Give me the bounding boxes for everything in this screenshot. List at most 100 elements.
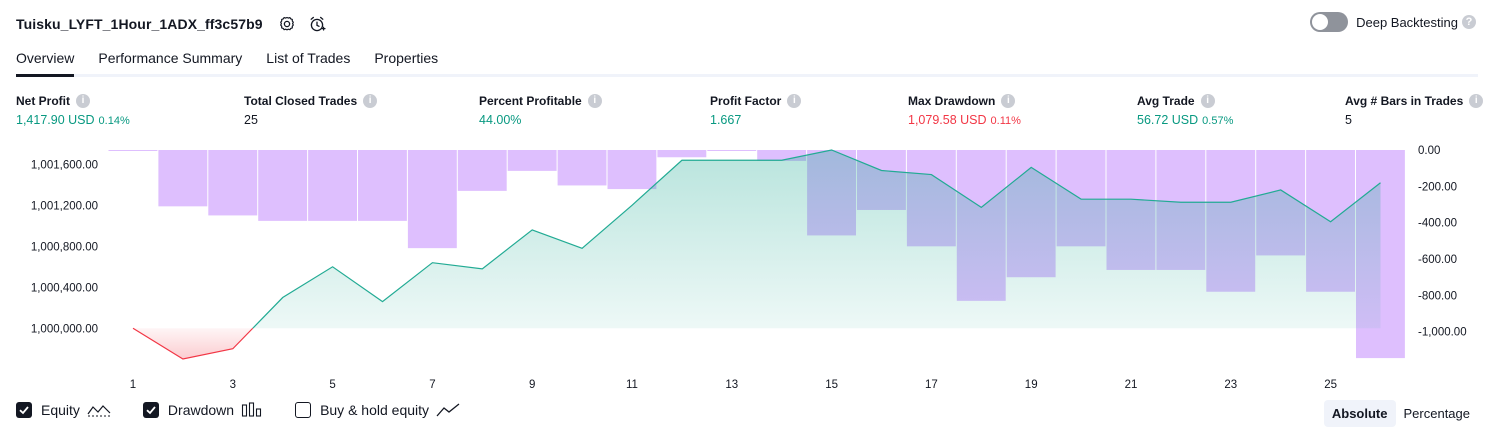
deep-backtesting-control: Deep Backtesting ? [1310, 12, 1476, 32]
info-icon[interactable]: i [1001, 94, 1016, 108]
percentage-button[interactable]: Percentage [1396, 400, 1479, 427]
drawdown-bar [158, 150, 208, 207]
metric-net-profit: Net Profit i 1,417.90 USD 0.14% [16, 93, 130, 127]
info-icon[interactable]: i [1469, 94, 1484, 108]
x-tick-label: 9 [529, 379, 535, 391]
deep-backtesting-toggle[interactable] [1310, 12, 1349, 32]
metric-total-closed-trades: Total Closed Trades i 25 [244, 93, 378, 127]
info-icon[interactable]: i [587, 94, 602, 108]
x-tick-label: 3 [230, 379, 236, 391]
drawdown-bar [308, 150, 357, 221]
metric-value: 56.72 USD [1137, 113, 1199, 127]
right-y-tick-label: -600.00 [1418, 254, 1457, 266]
drawdown-bar [707, 150, 757, 151]
drawdown-bar [358, 150, 407, 221]
metric-value: 1.667 [710, 113, 742, 127]
info-icon[interactable]: i [363, 94, 378, 108]
metric-value: 25 [244, 113, 258, 127]
metric-label: Total Closed Trades [244, 94, 358, 108]
drawdown-bars-icon [241, 402, 263, 418]
info-icon[interactable]: i [1200, 94, 1215, 108]
drawdown-bar [607, 150, 657, 190]
equity-line-icon [87, 402, 111, 418]
left-y-tick-label: 1,000,400.00 [31, 282, 98, 294]
right-y-tick-label: -400.00 [1418, 218, 1457, 230]
x-axis: 1 3 5 7 9 11 13 15 17 19 21 23 25 [130, 379, 1337, 391]
drawdown-bar [407, 150, 457, 249]
chart-legend: Equity Drawdown Buy & hold equity [16, 402, 492, 418]
x-tick-label: 7 [429, 379, 435, 391]
drawdown-checkbox[interactable] [142, 402, 159, 418]
metric-max-drawdown: Max Drawdown i 1,079.58 USD 0.11% [908, 93, 1021, 127]
legend-equity[interactable]: Equity [16, 402, 111, 418]
metric-label: Avg Trade [1137, 94, 1195, 108]
add-alert-clock-icon[interactable] [305, 12, 329, 36]
absolute-button[interactable]: Absolute [1323, 400, 1396, 427]
buy-hold-line-icon [436, 402, 460, 418]
right-y-tick-label: -800.00 [1418, 290, 1457, 302]
metric-percent: 0.11% [990, 115, 1021, 127]
drawdown-bar [507, 150, 557, 171]
legend-label: Equity [41, 402, 80, 418]
metric-percent-profitable: Percent Profitable i 44.00% [479, 93, 602, 127]
metric-label: Profit Factor [710, 94, 782, 108]
x-tick-label: 23 [1224, 379, 1237, 391]
x-tick-label: 1 [130, 379, 136, 391]
metric-profit-factor: Profit Factor i 1.667 [710, 93, 802, 127]
right-y-axis: 0.00 -200.00 -400.00 -600.00 -800.00 -1,000.0… [1418, 145, 1467, 339]
left-y-tick-label: 1,000,800.00 [31, 241, 98, 253]
settings-gear-icon[interactable] [275, 12, 299, 36]
left-y-tick-label: 1,001,600.00 [31, 159, 98, 171]
tab-overview[interactable]: Overview [16, 44, 75, 77]
drawdown-bar [457, 150, 507, 191]
metric-label: Net Profit [16, 94, 70, 108]
right-y-tick-label: 0.00 [1418, 145, 1440, 157]
metric-label: Percent Profitable [479, 94, 582, 108]
deep-backtesting-label: Deep Backtesting [1356, 14, 1458, 30]
left-y-axis: 1,000,000.00 1,000,400.00 1,000,800.00 1,00… [31, 159, 98, 335]
info-icon[interactable]: i [76, 94, 90, 108]
legend-label: Drawdown [167, 402, 235, 418]
strategy-header: Tuisku_LYFT_1Hour_1ADX_ff3c57b9 Deep Bac… [16, 10, 1478, 38]
info-icon[interactable]: i [787, 94, 802, 108]
metric-label: Avg # Bars in Trades [1345, 94, 1464, 108]
metric-percent: 0.14% [98, 115, 130, 127]
metric-value: 1,417.90 USD [16, 113, 95, 127]
right-y-tick-label: -200.00 [1418, 181, 1457, 193]
drawdown-bar [657, 150, 707, 158]
legend-buy-hold-equity[interactable]: Buy & hold equity [295, 402, 460, 418]
buy-hold-checkbox[interactable] [295, 402, 312, 418]
left-y-tick-label: 1,000,000.00 [31, 323, 98, 335]
equity-checkbox[interactable] [16, 402, 32, 418]
x-tick-label: 25 [1324, 379, 1337, 391]
strategy-title: Tuisku_LYFT_1Hour_1ADX_ff3c57b9 [16, 16, 263, 32]
equity-drawdown-chart[interactable]: 1,000,000.00 1,000,400.00 1,000,800.00 1,00… [0, 140, 1494, 392]
tab-properties[interactable]: Properties [374, 44, 438, 74]
x-tick-label: 13 [725, 379, 738, 391]
metric-value: 44.00% [479, 113, 522, 127]
x-tick-label: 19 [1025, 379, 1038, 391]
metric-avg-trade: Avg Trade i 56.72 USD 0.57% [1137, 93, 1233, 127]
legend-drawdown[interactable]: Drawdown [142, 402, 263, 418]
drawdown-bar [108, 150, 158, 151]
right-y-tick-label: -1,000.00 [1418, 327, 1467, 339]
x-tick-label: 21 [1125, 379, 1138, 391]
value-mode-switch: Absolute Percentage [1323, 400, 1479, 427]
drawdown-bar [208, 150, 258, 216]
metric-percent: 0.57% [1202, 115, 1234, 127]
toggle-knob [1312, 14, 1329, 30]
tab-performance-summary[interactable]: Performance Summary [98, 44, 242, 74]
x-tick-label: 5 [329, 379, 335, 391]
metric-value: 5 [1345, 113, 1352, 127]
x-tick-label: 11 [626, 379, 638, 391]
legend-label: Buy & hold equity [320, 402, 430, 418]
x-tick-label: 17 [925, 379, 938, 391]
report-tabs: Overview Performance Summary List of Tra… [16, 44, 1478, 77]
tab-list-of-trades[interactable]: List of Trades [266, 44, 350, 74]
help-icon[interactable]: ? [1462, 15, 1476, 29]
metric-label: Max Drawdown [908, 94, 996, 108]
equity-negative-area [133, 328, 253, 359]
metric-avg-bars-in-trades: Avg # Bars in Trades i 5 [1345, 93, 1484, 127]
drawdown-bar [557, 150, 607, 186]
drawdown-bar [258, 150, 308, 221]
